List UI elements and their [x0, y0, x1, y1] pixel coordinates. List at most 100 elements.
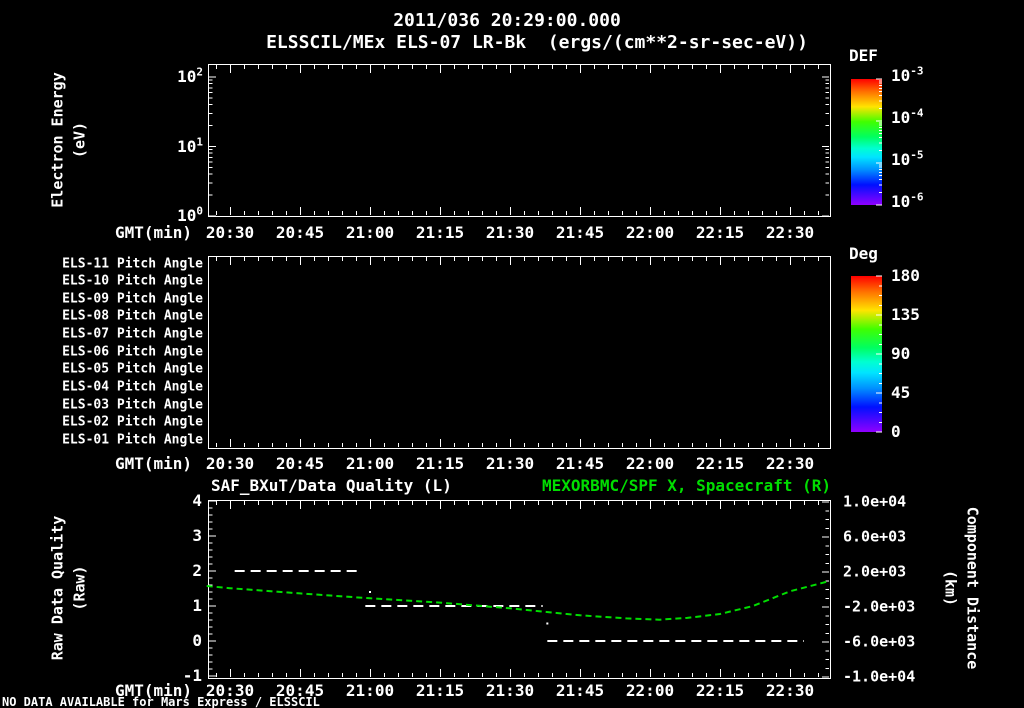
power-exponent: -5: [910, 148, 924, 162]
power-base: 10: [891, 108, 911, 127]
deg-colorbar-tick-label: 135: [891, 305, 920, 324]
panel2-row-label: ELS-02 Pitch Angle: [62, 414, 203, 430]
panel3-right-axis-label-line1: Component Distance: [963, 506, 982, 670]
panel2-row-label: ELS-09 Pitch Angle: [62, 291, 203, 307]
panel1-x-tick-label: 21:30: [485, 223, 535, 242]
panel2-row-label: ELS-04 Pitch Angle: [62, 379, 203, 395]
spacecraft-distance-curve: [206, 580, 828, 621]
quality-point: [546, 622, 549, 625]
deg-colorbar-tick-label: 90: [891, 344, 911, 363]
def-colorbar-tick-label: 10-6: [891, 190, 924, 211]
panel3-right-tick-label: 2.0e+03: [843, 562, 907, 581]
panel3-x-tick-label: 21:45: [555, 681, 605, 700]
panel2-row-label: ELS-03 Pitch Angle: [62, 397, 203, 413]
power-exponent: -3: [910, 64, 924, 78]
panel3-right-tick-label: 6.0e+03: [843, 527, 907, 546]
power-exponent: 1: [196, 135, 203, 149]
def-colorbar-tick-label: 10-4: [891, 106, 924, 127]
panel2-x-ticks: [216, 257, 819, 447]
panel1-y-axis-label-line2: (eV): [70, 121, 89, 159]
panel1-y-tick-label: 102: [177, 65, 203, 86]
panel1-x-ticks: [216, 65, 819, 215]
panel3-x-tick-label: 22:15: [695, 681, 745, 700]
panel1-x-tick-label: 20:45: [275, 223, 325, 242]
panel1-gmt-axis-label: GMT(min): [114, 223, 192, 242]
def-colorbar-title: DEF: [849, 46, 878, 65]
panel3-frame: [208, 500, 831, 679]
deg-colorbar-tick-label: 45: [891, 383, 911, 402]
panel1-frame: [208, 64, 831, 217]
panel1-x-tick-label: 21:15: [415, 223, 465, 242]
power-base: 10: [177, 67, 197, 86]
power-exponent: 2: [196, 65, 203, 79]
panel2-x-tick-label: 21:00: [345, 454, 395, 473]
panel2-x-tick-label: 22:15: [695, 454, 745, 473]
panel3-right-tick-label: -6.0e+03: [843, 632, 916, 651]
panel1-x-tick-label: 21:45: [555, 223, 605, 242]
power-exponent: 0: [196, 204, 203, 218]
power-base: 10: [177, 206, 197, 225]
power-base: 10: [891, 150, 911, 169]
panel3-x-ticks: [216, 501, 819, 677]
panel2-x-tick-label: 21:15: [415, 454, 465, 473]
panel1-y-axis-label-line1: Electron Energy: [48, 72, 67, 208]
panel3-left-axis-label-line2: (Raw): [70, 565, 89, 611]
def-colorbar-gradient: [851, 79, 882, 205]
panel2-x-tick-label: 21:30: [485, 454, 535, 473]
panel1-x-tick-label: 21:00: [345, 223, 395, 242]
panel3-x-tick-label: 21:15: [415, 681, 465, 700]
panel2-row-label: ELS-06 Pitch Angle: [62, 344, 203, 360]
def-colorbar-tick-label: 10-5: [891, 148, 924, 169]
panel3-y-ticks: [209, 500, 829, 678]
power-base: 10: [891, 192, 911, 211]
panel3-left-title: SAF_BXuT/Data Quality (L): [211, 476, 452, 495]
panel2-frame: [208, 256, 831, 449]
panel3-left-tick-label: 3: [192, 526, 202, 545]
power-exponent: -4: [910, 106, 924, 120]
deg-colorbar: [851, 275, 882, 433]
deg-colorbar-tick-label: 0: [891, 422, 901, 441]
panel3-right-tick-label: -2.0e+03: [843, 597, 916, 616]
data-quality-series: [234, 570, 804, 642]
panel3-left-tick-label: 4: [192, 491, 202, 510]
panel3-x-tick-label: 20:30: [205, 681, 255, 700]
panel2-row-label: ELS-01 Pitch Angle: [62, 432, 203, 448]
panel2-x-tick-label: 20:45: [275, 454, 325, 473]
panel2-x-tick-label: 21:45: [555, 454, 605, 473]
panel2-row-label: ELS-11 Pitch Angle: [62, 256, 203, 271]
panel1-x-tick-label: 22:00: [625, 223, 675, 242]
power-exponent: -6: [910, 190, 924, 204]
panel3-x-tick-label: 21:00: [345, 681, 395, 700]
panel1-x-tick-label: 22:30: [765, 223, 815, 242]
elsscil-plot-screen: 2011/036 20:29:00.000 ELSSCIL/MEx ELS-07…: [0, 0, 1024, 708]
power-base: 10: [891, 66, 911, 85]
panel2-x-tick-label: 22:30: [765, 454, 815, 473]
panel3-left-tick-label: -1: [182, 666, 202, 685]
panel1-x-tick-label: 22:15: [695, 223, 745, 242]
def-colorbar: [851, 78, 882, 206]
panel1-y-tick-label: 100: [177, 204, 203, 225]
power-base: 10: [177, 136, 197, 156]
deg-colorbar-tick-label: 180: [891, 266, 920, 285]
panel3-x-tick-label: 22:30: [765, 681, 815, 700]
deg-colorbar-title: Deg: [849, 244, 878, 263]
panel2-row-label: ELS-10 Pitch Angle: [62, 273, 203, 289]
panel3-left-tick-label: 1: [192, 596, 202, 615]
page-title: 2011/036 20:29:00.000: [393, 10, 621, 31]
panel1-y-tick-label: 101: [177, 136, 203, 156]
no-data-message: NO DATA AVAILABLE for Mars Express / ELS…: [2, 695, 320, 708]
panel3-right-axis-label-line2: (km): [941, 569, 960, 607]
panel3-x-tick-label: 20:45: [275, 681, 325, 700]
quality-point: [369, 591, 371, 593]
panel2-row-label: ELS-05 Pitch Angle: [62, 361, 203, 377]
panel2-x-tick-label: 20:30: [205, 454, 255, 473]
panel2-row-label: ELS-08 Pitch Angle: [62, 308, 203, 324]
panel2-gmt-axis-label: GMT(min): [114, 454, 192, 473]
panel3-right-tick-label: 1.0e+04: [843, 492, 907, 511]
panel3-left-tick-label: 2: [192, 561, 202, 580]
panel3-right-title: MEXORBMC/SPF X, Spacecraft (R): [542, 476, 831, 495]
panel2-row-label: ELS-07 Pitch Angle: [62, 326, 203, 342]
plot-subtitle: ELSSCIL/MEx ELS-07 LR-Bk (ergs/(cm**2-sr…: [266, 32, 808, 53]
panel1-y-ticks: [209, 76, 829, 217]
panel1-x-tick-label: 20:30: [205, 223, 255, 242]
